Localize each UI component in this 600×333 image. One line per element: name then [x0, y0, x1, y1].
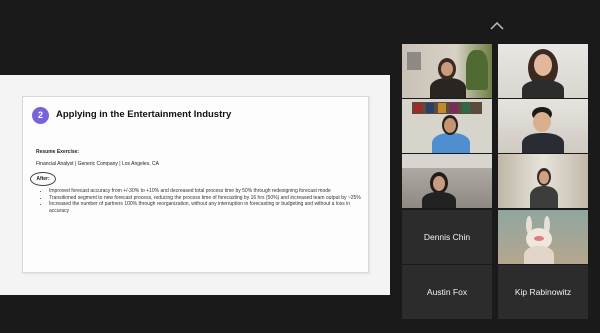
shared-screen: 2 Applying in the Entertainment Industry… — [0, 75, 390, 295]
video-feed — [498, 99, 588, 153]
participant-name-tile[interactable]: Dennis Chin — [402, 210, 492, 264]
after-label: After: — [30, 172, 56, 186]
participant-avatar-tile[interactable] — [498, 210, 588, 264]
participant-video-tile[interactable] — [498, 99, 588, 153]
video-feed — [498, 154, 588, 208]
video-feed — [402, 44, 492, 98]
video-feed — [498, 44, 588, 98]
bullet-list: Improved forecast accuracy from +/-30% t… — [43, 188, 361, 214]
slide-title: Applying in the Entertainment Industry — [56, 109, 232, 120]
participant-name-tile[interactable]: Austin Fox — [402, 265, 492, 319]
participant-video-tile[interactable] — [498, 154, 588, 208]
participant-video-tile[interactable] — [498, 44, 588, 98]
presentation-slide: 2 Applying in the Entertainment Industry… — [22, 96, 369, 273]
participant-video-tile[interactable] — [402, 154, 492, 208]
participant-name: Austin Fox — [426, 287, 468, 297]
participant-video-tile-active[interactable] — [402, 99, 492, 153]
chevron-up-icon[interactable] — [490, 22, 504, 30]
bullet-item: Transitioned segment to new forecast pro… — [49, 195, 361, 202]
bullet-item: Increased the number of partners 100% th… — [49, 201, 361, 214]
video-feed — [402, 154, 492, 208]
bullet-item: Improved forecast accuracy from +/-30% t… — [49, 188, 361, 195]
step-number-badge: 2 — [32, 107, 49, 124]
job-line: Financial Analyst | Generic Company | Lo… — [36, 161, 159, 167]
video-feed — [402, 99, 492, 153]
participant-name: Dennis Chin — [423, 232, 471, 242]
avatar-image — [498, 210, 588, 264]
participant-name-tile[interactable]: Kip Rabinowitz — [498, 265, 588, 319]
participant-video-tile[interactable] — [402, 44, 492, 98]
participant-name: Kip Rabinowitz — [514, 287, 572, 297]
section-label: Resume Exercise: — [36, 149, 80, 155]
